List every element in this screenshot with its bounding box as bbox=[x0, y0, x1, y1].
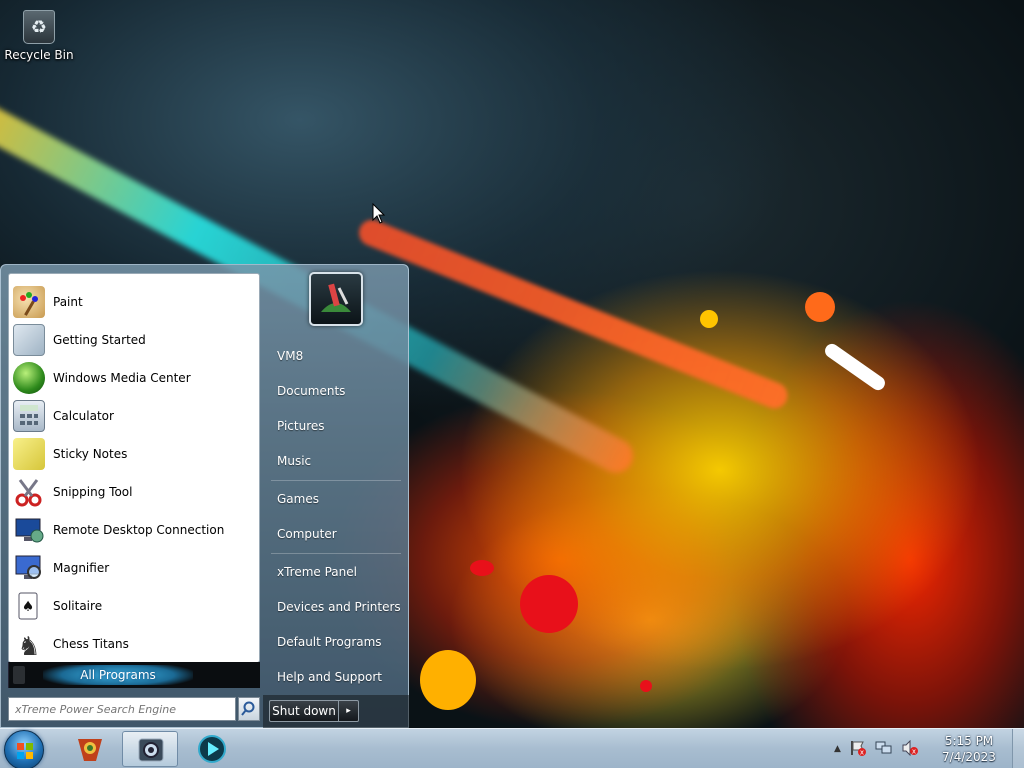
app-icon bbox=[138, 738, 164, 762]
paint-splash bbox=[520, 575, 578, 633]
shutdown-button[interactable]: Shut down bbox=[269, 700, 339, 722]
taskbar: ▲ x x 5:15 PM 7/4/2023 bbox=[0, 728, 1024, 768]
start-button[interactable] bbox=[4, 730, 44, 768]
start-link-computer[interactable]: Computer bbox=[277, 521, 337, 547]
svg-text:♠: ♠ bbox=[22, 599, 35, 615]
recycle-bin-icon: ♻ bbox=[23, 10, 55, 44]
start-link-user[interactable]: VM8 bbox=[277, 343, 303, 369]
clock-date: 7/4/2023 bbox=[942, 750, 996, 764]
program-item-solitaire[interactable]: ♠ Solitaire bbox=[13, 588, 257, 624]
start-search-box bbox=[8, 697, 260, 721]
remote-desktop-icon bbox=[13, 514, 45, 546]
start-menu-right-pane: VM8 Documents Pictures Music Games Compu… bbox=[263, 265, 409, 729]
system-tray: ▲ x x bbox=[834, 737, 927, 761]
program-item-sticky-notes[interactable]: Sticky Notes bbox=[13, 436, 257, 472]
solitaire-icon: ♠ bbox=[13, 590, 45, 622]
search-icon bbox=[241, 701, 255, 716]
program-label: Chess Titans bbox=[53, 637, 129, 651]
tray-expand-chevron-icon[interactable]: ▲ bbox=[834, 744, 841, 754]
windows-logo-icon bbox=[17, 743, 33, 759]
svg-text:x: x bbox=[912, 747, 916, 755]
app-icon bbox=[78, 739, 102, 761]
program-item-magnifier[interactable]: Magnifier bbox=[13, 550, 257, 586]
sticky-notes-icon bbox=[13, 438, 45, 470]
all-programs-arrow-icon bbox=[13, 666, 25, 684]
taskbar-app-camera[interactable] bbox=[122, 731, 178, 767]
start-menu-separator bbox=[271, 553, 401, 554]
paint-splash bbox=[420, 650, 476, 710]
all-programs-label: All Programs bbox=[43, 665, 193, 685]
action-center-flag-icon[interactable]: x bbox=[849, 740, 867, 759]
program-label: Remote Desktop Connection bbox=[53, 523, 225, 537]
show-desktop-button[interactable] bbox=[1012, 729, 1024, 768]
program-item-snipping-tool[interactable]: Snipping Tool bbox=[13, 474, 257, 510]
shutdown-options-arrow-icon[interactable]: ▸ bbox=[339, 700, 359, 722]
taskbar-app-paint-browser[interactable] bbox=[62, 731, 118, 767]
user-picture-icon bbox=[321, 283, 351, 312]
snipping-tool-icon bbox=[13, 476, 45, 508]
program-label: Paint bbox=[53, 295, 83, 309]
svg-text:x: x bbox=[860, 748, 864, 756]
program-item-media-center[interactable]: Windows Media Center bbox=[13, 360, 257, 396]
desktop-icon-label: Recycle Bin bbox=[4, 48, 74, 62]
paint-splash bbox=[822, 341, 888, 393]
clock-time: 5:15 PM bbox=[944, 734, 994, 748]
program-label: Getting Started bbox=[53, 333, 146, 347]
svg-text:♞: ♞ bbox=[17, 632, 40, 660]
mouse-cursor-icon bbox=[372, 203, 386, 224]
all-programs-button[interactable]: All Programs bbox=[8, 662, 260, 688]
program-label: Solitaire bbox=[53, 599, 103, 613]
media-center-icon bbox=[13, 362, 45, 394]
start-link-documents[interactable]: Documents bbox=[277, 378, 345, 404]
program-item-chess-titans[interactable]: ♞ Chess Titans bbox=[13, 626, 257, 662]
program-item-getting-started[interactable]: Getting Started bbox=[13, 322, 257, 358]
wallpaper-streak bbox=[355, 215, 792, 413]
paint-splash bbox=[640, 680, 652, 692]
taskbar-app-media-player[interactable] bbox=[184, 731, 240, 767]
search-button[interactable] bbox=[238, 697, 260, 721]
user-avatar[interactable] bbox=[309, 272, 363, 326]
start-search-input[interactable] bbox=[8, 697, 236, 721]
paint-splash bbox=[805, 292, 835, 322]
start-link-devices-printers[interactable]: Devices and Printers bbox=[277, 594, 401, 620]
start-link-help-support[interactable]: Help and Support bbox=[277, 664, 382, 690]
start-menu-separator bbox=[271, 480, 401, 481]
desktop-icon-recycle-bin[interactable]: ♻ Recycle Bin bbox=[4, 10, 74, 62]
paint-splash bbox=[700, 310, 718, 328]
volume-muted-icon[interactable]: x bbox=[901, 739, 919, 759]
program-item-calculator[interactable]: Calculator bbox=[13, 398, 257, 434]
media-player-icon bbox=[198, 735, 226, 763]
start-menu: Paint Getting Started Windows Media Cent… bbox=[0, 264, 409, 729]
program-label: Snipping Tool bbox=[53, 485, 133, 499]
start-menu-programs-pane: Paint Getting Started Windows Media Cent… bbox=[8, 273, 260, 663]
calculator-icon bbox=[13, 400, 45, 432]
start-link-xtreme-panel[interactable]: xTreme Panel bbox=[277, 559, 357, 585]
network-icon[interactable] bbox=[875, 740, 893, 759]
shutdown-area: Shut down ▸ bbox=[263, 695, 409, 729]
paint-splash bbox=[470, 560, 494, 576]
start-link-pictures[interactable]: Pictures bbox=[277, 413, 325, 439]
start-link-default-programs[interactable]: Default Programs bbox=[277, 629, 382, 655]
chess-icon: ♞ bbox=[13, 628, 45, 662]
magnifier-icon bbox=[13, 552, 45, 584]
start-link-music[interactable]: Music bbox=[277, 448, 311, 474]
program-label: Windows Media Center bbox=[53, 371, 191, 385]
program-item-remote-desktop[interactable]: Remote Desktop Connection bbox=[13, 512, 257, 548]
paint-icon bbox=[13, 286, 45, 318]
program-label: Magnifier bbox=[53, 561, 110, 575]
start-link-games[interactable]: Games bbox=[277, 486, 319, 512]
getting-started-icon bbox=[13, 324, 45, 356]
program-label: Calculator bbox=[53, 409, 114, 423]
program-item-paint[interactable]: Paint bbox=[13, 284, 257, 320]
program-label: Sticky Notes bbox=[53, 447, 128, 461]
taskbar-clock[interactable]: 5:15 PM 7/4/2023 bbox=[934, 733, 1004, 765]
